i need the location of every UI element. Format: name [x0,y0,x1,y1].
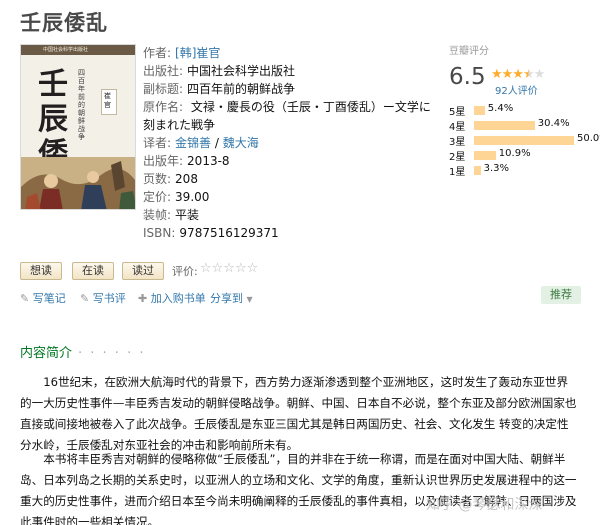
info-translator: 译者: 金锦善 / 魏大海 [143,134,439,152]
rating-row: 3星 50.0% [449,132,600,148]
write-note-label: 写笔记 [32,292,66,305]
rating-count-link[interactable]: 92人评价 [495,82,538,97]
pencil-icon: ✎ [20,292,30,305]
page-title: 壬辰倭乱 [20,11,108,35]
isbn-value: 9787516129371 [179,226,279,240]
share-label: 分享到 [210,292,243,305]
have-read-button[interactable]: 读过 [122,262,164,280]
subtitle-value: 四百年前的朝鲜战争 [187,82,296,96]
translator-link-1[interactable]: 金锦善 [175,134,211,152]
star-half-icon: ★ [522,67,535,82]
rating-row-label: 2星 [449,152,466,163]
pages-label: 页数: [143,172,172,186]
write-review-link[interactable]: ✎ 写书评 [80,290,126,306]
chevron-down-icon: ▼ [246,295,253,304]
rating-row: 2星 10.9% [449,147,585,163]
star-empty-icon: ★ [533,67,546,82]
watermark: 知乎 @琴瑟和深深 [426,497,543,513]
rating-row-percent: 10.9% [498,148,531,159]
author-label: 作者: [143,46,172,60]
translator-link-2[interactable]: 魏大海 [223,134,259,152]
rating-row: 1星 3.3% [449,162,585,178]
add-to-booklist-link[interactable]: ✚ 加入购书单 [138,290,206,306]
rating-row-label: 3星 [449,137,466,148]
rate-stars-input[interactable]: ☆☆☆☆☆ [200,261,258,276]
rating-bar [474,106,485,115]
pages-value: 208 [175,172,198,186]
rating-bar [474,136,574,145]
price-value: 39.00 [175,190,210,204]
rating-row-percent: 30.4% [537,118,570,129]
year-label: 出版年: [143,154,184,168]
recommend-button[interactable]: 推荐 [541,286,581,304]
info-pages: 页数: 208 [143,170,439,188]
rating-label: 豆瓣评分 [449,46,489,57]
rating-row-percent: 5.4% [487,103,514,114]
stars-full: ★★★ [491,67,524,82]
cover-author: 崔官 [104,92,111,109]
rating-box: 豆瓣评分 6.5 ★★★★★ 92人评价 5星 5.4% 4星 30.4% 3星 50.0… [449,42,600,178]
translator-label: 译者: [143,136,172,150]
info-price: 定价: 39.00 [143,188,439,206]
reading-button[interactable]: 在读 [72,262,114,280]
publisher-value: 中国社会科学出版社 [187,64,296,78]
rating-row-label: 1星 [449,167,466,178]
rating-distribution: 5星 5.4% 4星 30.4% 3星 50.0% 2星 10.9% 1星 3.3% [449,102,600,178]
rating-bar [474,166,481,175]
price-label: 定价: [143,190,172,204]
want-to-read-button[interactable]: 想读 [20,262,62,280]
rating-row-percent: 50.0% [577,133,600,144]
info-publisher: 出版社: 中国社会科学出版社 [143,62,439,80]
rating-bar [474,151,496,160]
translator-separator: / [211,136,223,150]
info-binding: 装帧: 平装 [143,206,439,224]
rating-row-label: 4星 [449,122,466,133]
info-year: 出版年: 2013-8 [143,152,439,170]
write-note-link[interactable]: ✎ 写笔记 [20,290,66,306]
binding-value: 平装 [175,208,200,222]
rating-score: 6.5 [449,64,486,90]
pencil-icon: ✎ [80,292,90,305]
info-author: 作者: [韩]崔官 [143,44,439,62]
info-isbn: ISBN: 9787516129371 [143,224,439,242]
info-original: 原作名: 文禄・慶長の役（壬辰・丁酉倭乱）ー文学に刻まれた戦争 [143,98,439,134]
write-review-label: 写书评 [92,292,126,305]
book-cover[interactable]: 中国社会科学出版社 壬辰倭乱 四百年前的朝鲜战争 崔官 [20,44,136,210]
share-dropdown[interactable]: 分享到 ▼ [210,290,253,306]
isbn-label: ISBN: [143,226,176,240]
cover-artwork [21,157,135,209]
book-info: 作者: [韩]崔官 出版社: 中国社会科学出版社 副标题: 四百年前的朝鲜战争 … [143,44,439,242]
intro-heading: 内容简介 · · · · · · [20,342,145,361]
author-link[interactable]: [韩]崔官 [175,44,220,62]
binding-label: 装帧: [143,208,172,222]
publisher-label: 出版社: [143,64,184,78]
info-subtitle: 副标题: 四百年前的朝鲜战争 [143,80,439,98]
rate-label: 评价: [172,265,198,278]
rating-row-percent: 3.3% [483,163,509,174]
rating-row-label: 5星 [449,107,466,118]
rating-bar [474,121,535,130]
original-label: 原作名: [143,100,184,114]
rating-stars-icon: ★★★★★ [491,67,546,82]
cover-publisher: 中国社会科学出版社 [43,47,89,53]
intro-dots: · · · · · · [78,346,146,361]
add-cart-label: 加入购书单 [150,292,206,305]
cover-subtitle: 四百年前的朝鲜战争 [78,69,85,141]
rating-row: 5星 5.4% [449,102,585,118]
intro-paragraph-1: 16世纪末，在欧洲大航海时代的背景下，西方势力逐渐渗透到整个亚洲地区，这时发生了… [20,375,577,452]
original-value: 文禄・慶長の役（壬辰・丁酉倭乱）ー文学に刻まれた戦争 [143,100,431,132]
cart-icon: ✚ [138,292,148,305]
intro-heading-text: 内容简介 [20,346,73,361]
year-value: 2013-8 [187,154,230,168]
rating-row: 4星 30.4% [449,117,585,133]
subtitle-label: 副标题: [143,82,184,96]
